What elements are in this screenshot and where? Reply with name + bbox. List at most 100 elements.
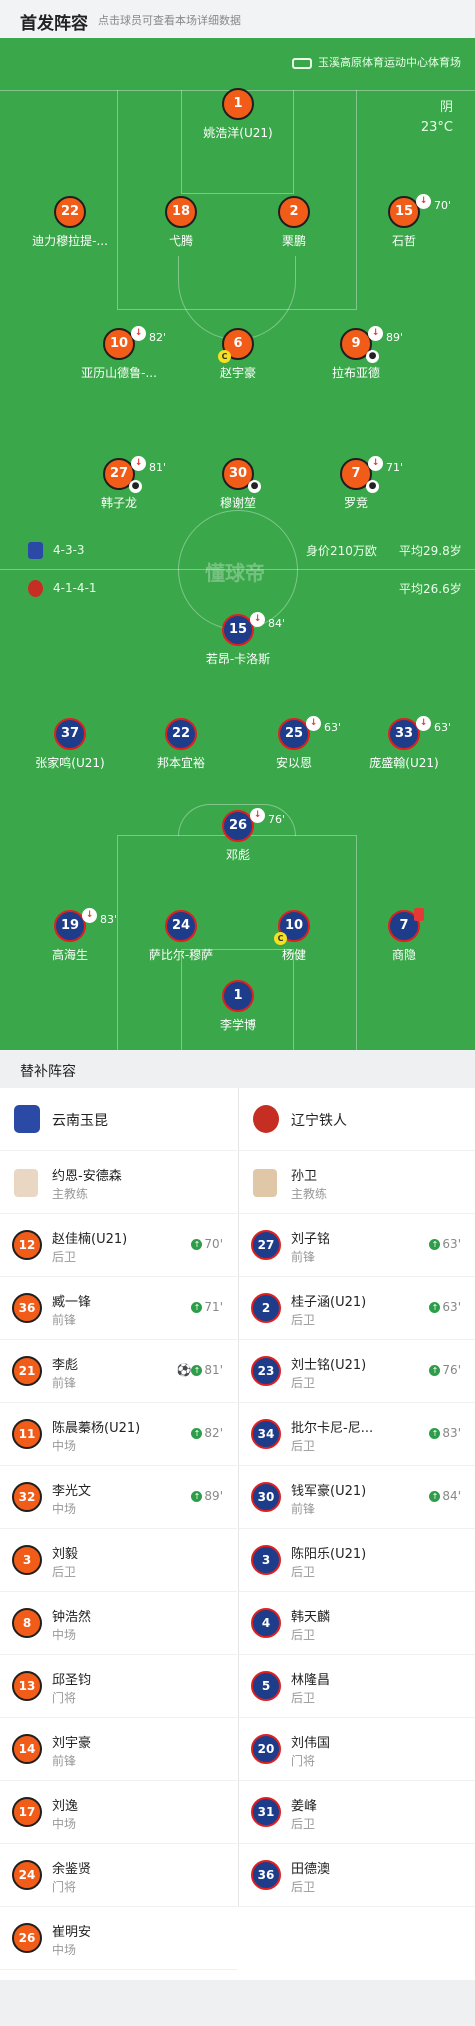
sub-time: ⚽ ↑ 81' — [176, 1363, 223, 1377]
sub-player-row[interactable]: 3 陈阳乐(U21) 后卫 — [239, 1529, 475, 1592]
player-number: 10 C — [274, 910, 310, 945]
home-coach-row[interactable]: 约恩-安德森 主教练 — [0, 1151, 237, 1214]
player-number: 15 ↓ 70' — [388, 194, 451, 228]
sub-player-row[interactable]: 5 林隆昌 后卫 — [239, 1655, 475, 1718]
pitch-player[interactable]: 27 ↓ 81' ● 韩子龙 — [64, 456, 174, 511]
sub-player-row[interactable]: 24 余鉴贤 门将 — [0, 1844, 237, 1907]
player-name: 若昂-卡洛斯 — [205, 652, 271, 666]
sub-player-row[interactable]: 23 刘士铭(U21) 后卫 ↑ 76' — [239, 1340, 475, 1403]
sub-player-row[interactable]: 13 邱圣钧 门将 — [0, 1655, 237, 1718]
player-name: 姚浩洋(U21) — [203, 126, 273, 140]
sub-player-row[interactable]: 3 刘毅 后卫 — [0, 1529, 237, 1592]
sub-player-row[interactable]: 31 姜峰 后卫 — [239, 1781, 475, 1844]
sub-player-row[interactable]: 11 陈晨蓁杨(U21) 中场 ↑ 82' — [0, 1403, 237, 1466]
pitch-player[interactable]: 19 ↓ 83' 高海生 — [15, 908, 125, 963]
pitch-player[interactable]: 1 李学博 — [183, 980, 293, 1033]
player-number: 2 — [278, 196, 310, 228]
player-number: 13 — [12, 1671, 42, 1701]
sub-minute: 83' — [100, 913, 118, 926]
pitch-player[interactable]: 6 C 赵宇豪 — [183, 328, 293, 381]
player-number: 37 — [54, 718, 86, 750]
home-subs-column: 云南玉昆 约恩-安德森 主教练 12 赵佳楠(U21) 后卫 ↑ 70' 36 臧一锋 前锋 ↑… — [0, 1088, 237, 1970]
coach-avatar — [253, 1169, 277, 1197]
player-position: 后卫 — [291, 1880, 316, 1894]
sub-player-row[interactable]: 4 韩天麟 后卫 — [239, 1592, 475, 1655]
venue-name: 玉溪高原体育运动中心体育场 — [318, 56, 461, 69]
sub-minute: 76' — [268, 813, 286, 826]
player-number: 33 ↓ 63' — [388, 716, 451, 750]
sub-time: ↑ 83' — [429, 1426, 461, 1440]
sub-player-row[interactable]: 26 崔明安 中场 — [0, 1907, 237, 1970]
pitch-player[interactable]: 37 张家鸣(U21) — [15, 718, 125, 771]
pitch-player[interactable]: 9 ↓ 89' ● 拉布亚德 — [301, 326, 411, 381]
sub-player-row[interactable]: 36 田德澳 后卫 — [239, 1844, 475, 1907]
player-name: 杨健 — [281, 948, 306, 962]
away-coach-row[interactable]: 孙卫 主教练 — [239, 1151, 475, 1214]
player-name: 陈阳乐(U21) — [291, 1547, 367, 1562]
sub-out-icon: ↓ — [250, 808, 265, 823]
sub-player-row[interactable]: 8 钟浩然 中场 — [0, 1592, 237, 1655]
pitch-player[interactable]: 33 ↓ 63' 庞盛翰(U21) — [349, 716, 459, 771]
sub-player-row[interactable]: 32 李光文 中场 ↑ 89' — [0, 1466, 237, 1529]
player-name: 拉布亚德 — [331, 366, 380, 380]
player-number: 36 — [251, 1860, 281, 1890]
sub-in-icon: ↑ — [429, 1365, 441, 1376]
sub-player-row[interactable]: 12 赵佳楠(U21) 后卫 ↑ 70' — [0, 1214, 237, 1277]
player-number: 4 — [251, 1608, 281, 1638]
sub-player-row[interactable]: 20 刘伟国 门将 — [239, 1718, 475, 1781]
player-number: 21 — [12, 1356, 42, 1386]
sub-player-row[interactable]: 21 李彪 前锋 ⚽ ↑ 81' — [0, 1340, 237, 1403]
pitch-player[interactable]: 24 萨比尔-穆萨 — [126, 910, 236, 963]
player-number: 15 ↓ 84' — [222, 612, 285, 646]
sub-player-row[interactable]: 30 钱军豪(U21) 前锋 ↑ 84' — [239, 1466, 475, 1529]
player-number: 12 — [12, 1230, 42, 1260]
player-number: 22 — [165, 718, 197, 750]
player-position: 前锋 — [291, 1502, 316, 1516]
player-number: 17 — [12, 1797, 42, 1827]
sub-player-row[interactable]: 36 臧一锋 前锋 ↑ 71' — [0, 1277, 237, 1340]
sub-minute: 71' — [386, 461, 404, 474]
pitch-player[interactable]: 2 栗鹏 — [239, 196, 349, 249]
pitch-player[interactable]: 25 ↓ 63' 安以恩 — [239, 716, 349, 771]
team-name: 辽宁铁人 — [291, 1113, 347, 1129]
home-team-row[interactable]: 云南玉昆 — [0, 1088, 237, 1151]
player-number: 22 — [54, 196, 86, 228]
sub-player-row[interactable]: 27 刘子铭 前锋 ↑ 63' — [239, 1214, 475, 1277]
pitch-player[interactable]: 26 ↓ 76' 邓彪 — [183, 808, 293, 863]
sub-minute: 63' — [324, 721, 342, 734]
pitch-player[interactable]: 18 弋腾 — [126, 196, 236, 249]
venue: 玉溪高原体育运动中心体育场 — [292, 54, 461, 70]
sub-player-row[interactable]: 17 刘逸 中场 — [0, 1781, 237, 1844]
sub-minute: 82' — [149, 331, 167, 344]
player-name: 刘伟国 — [291, 1736, 331, 1751]
pitch-player[interactable]: 22 邦本宜裕 — [126, 718, 236, 771]
sub-time: ↑ 63' — [429, 1237, 461, 1251]
pitch-player[interactable]: 10 ↓ 82' 亚历山德鲁-... — [64, 326, 174, 381]
sub-minute: 84' — [268, 617, 286, 630]
sub-time: ↑ 71' — [191, 1300, 223, 1314]
player-number: 26 ↓ 76' — [222, 808, 285, 842]
sub-player-row[interactable]: 2 桂子涵(U21) 后卫 ↑ 63' — [239, 1277, 475, 1340]
pitch-player[interactable]: 7 商隐 — [349, 908, 459, 963]
sub-out-icon: ↓ — [131, 456, 146, 471]
player-number: 11 — [12, 1419, 42, 1449]
sub-player-row[interactable]: 34 批尔卡尼-尼... 后卫 ↑ 83' — [239, 1403, 475, 1466]
pitch-player[interactable]: 10 C 杨健 — [239, 910, 349, 963]
sub-time: ↑ 63' — [429, 1300, 461, 1314]
pitch-player[interactable]: 1 姚浩洋(U21) — [183, 88, 293, 141]
pitch-player[interactable]: 7 ↓ 71' ● 罗竞 — [301, 456, 411, 511]
pitch-player[interactable]: 30 ● 穆谢堃 — [183, 458, 293, 511]
player-number: 19 ↓ 83' — [54, 908, 117, 942]
home-formation: 4-3-3 — [53, 543, 85, 557]
player-name: 商隐 — [391, 948, 416, 962]
player-position: 中场 — [52, 1628, 77, 1642]
sub-player-row[interactable]: 14 刘宇豪 前锋 — [0, 1718, 237, 1781]
player-number: 32 — [12, 1482, 42, 1512]
pitch-player[interactable]: 15 ↓ 70' 石哲 — [349, 194, 459, 249]
pitch-player[interactable]: 15 ↓ 84' 若昂-卡洛斯 — [183, 612, 293, 667]
home-badge-icon — [28, 542, 43, 559]
away-team-row[interactable]: 辽宁铁人 — [239, 1088, 475, 1151]
coach-avatar — [14, 1169, 38, 1197]
pitch-player[interactable]: 22 迪力穆拉提-... — [15, 196, 125, 249]
sub-out-icon: ↓ — [368, 326, 383, 341]
